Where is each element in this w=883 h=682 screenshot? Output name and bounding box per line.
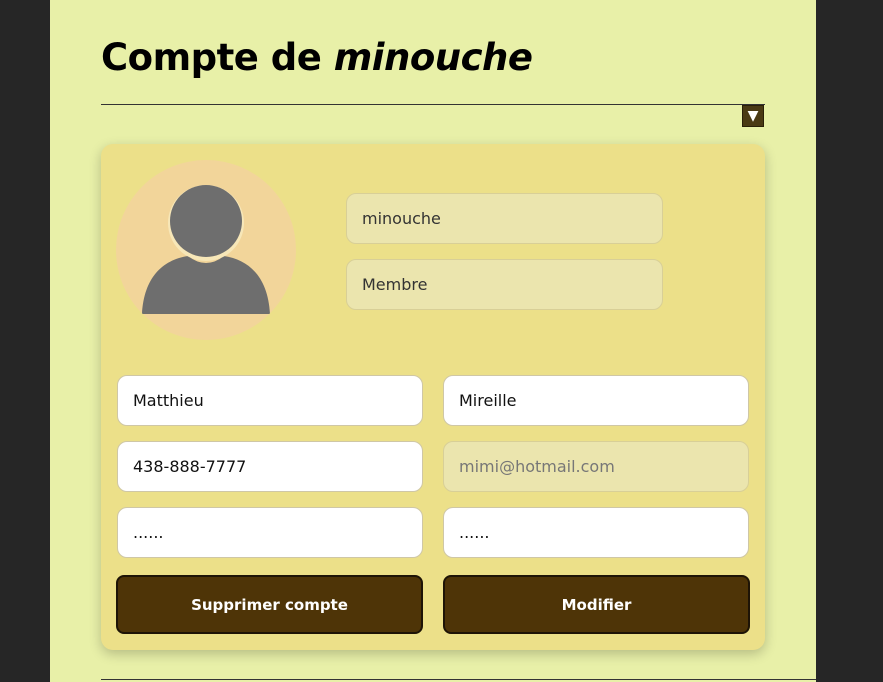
collapse-toggle-button[interactable]: ▼ — [742, 105, 764, 127]
account-page: Compte de minouche ▼ Supprimer compte Mo… — [50, 0, 816, 682]
title-divider — [101, 104, 765, 105]
modify-button[interactable]: Modifier — [443, 575, 750, 634]
bottom-divider — [101, 679, 816, 680]
page-title: Compte de minouche — [101, 36, 533, 79]
phone-field[interactable] — [117, 441, 423, 492]
account-card: Supprimer compte Modifier — [101, 144, 765, 650]
page-title-username: minouche — [333, 36, 533, 79]
triangle-down-icon: ▼ — [747, 108, 759, 124]
last-name-field[interactable] — [443, 375, 749, 426]
username-field[interactable] — [346, 193, 663, 244]
first-name-field[interactable] — [117, 375, 423, 426]
email-field[interactable] — [443, 441, 749, 492]
avatar — [116, 160, 296, 340]
password-confirm-field[interactable] — [443, 507, 749, 558]
role-field[interactable] — [346, 259, 663, 310]
delete-account-button[interactable]: Supprimer compte — [116, 575, 423, 634]
user-silhouette-icon — [142, 185, 270, 314]
password-field[interactable] — [117, 507, 423, 558]
page-title-prefix: Compte de — [101, 36, 322, 79]
